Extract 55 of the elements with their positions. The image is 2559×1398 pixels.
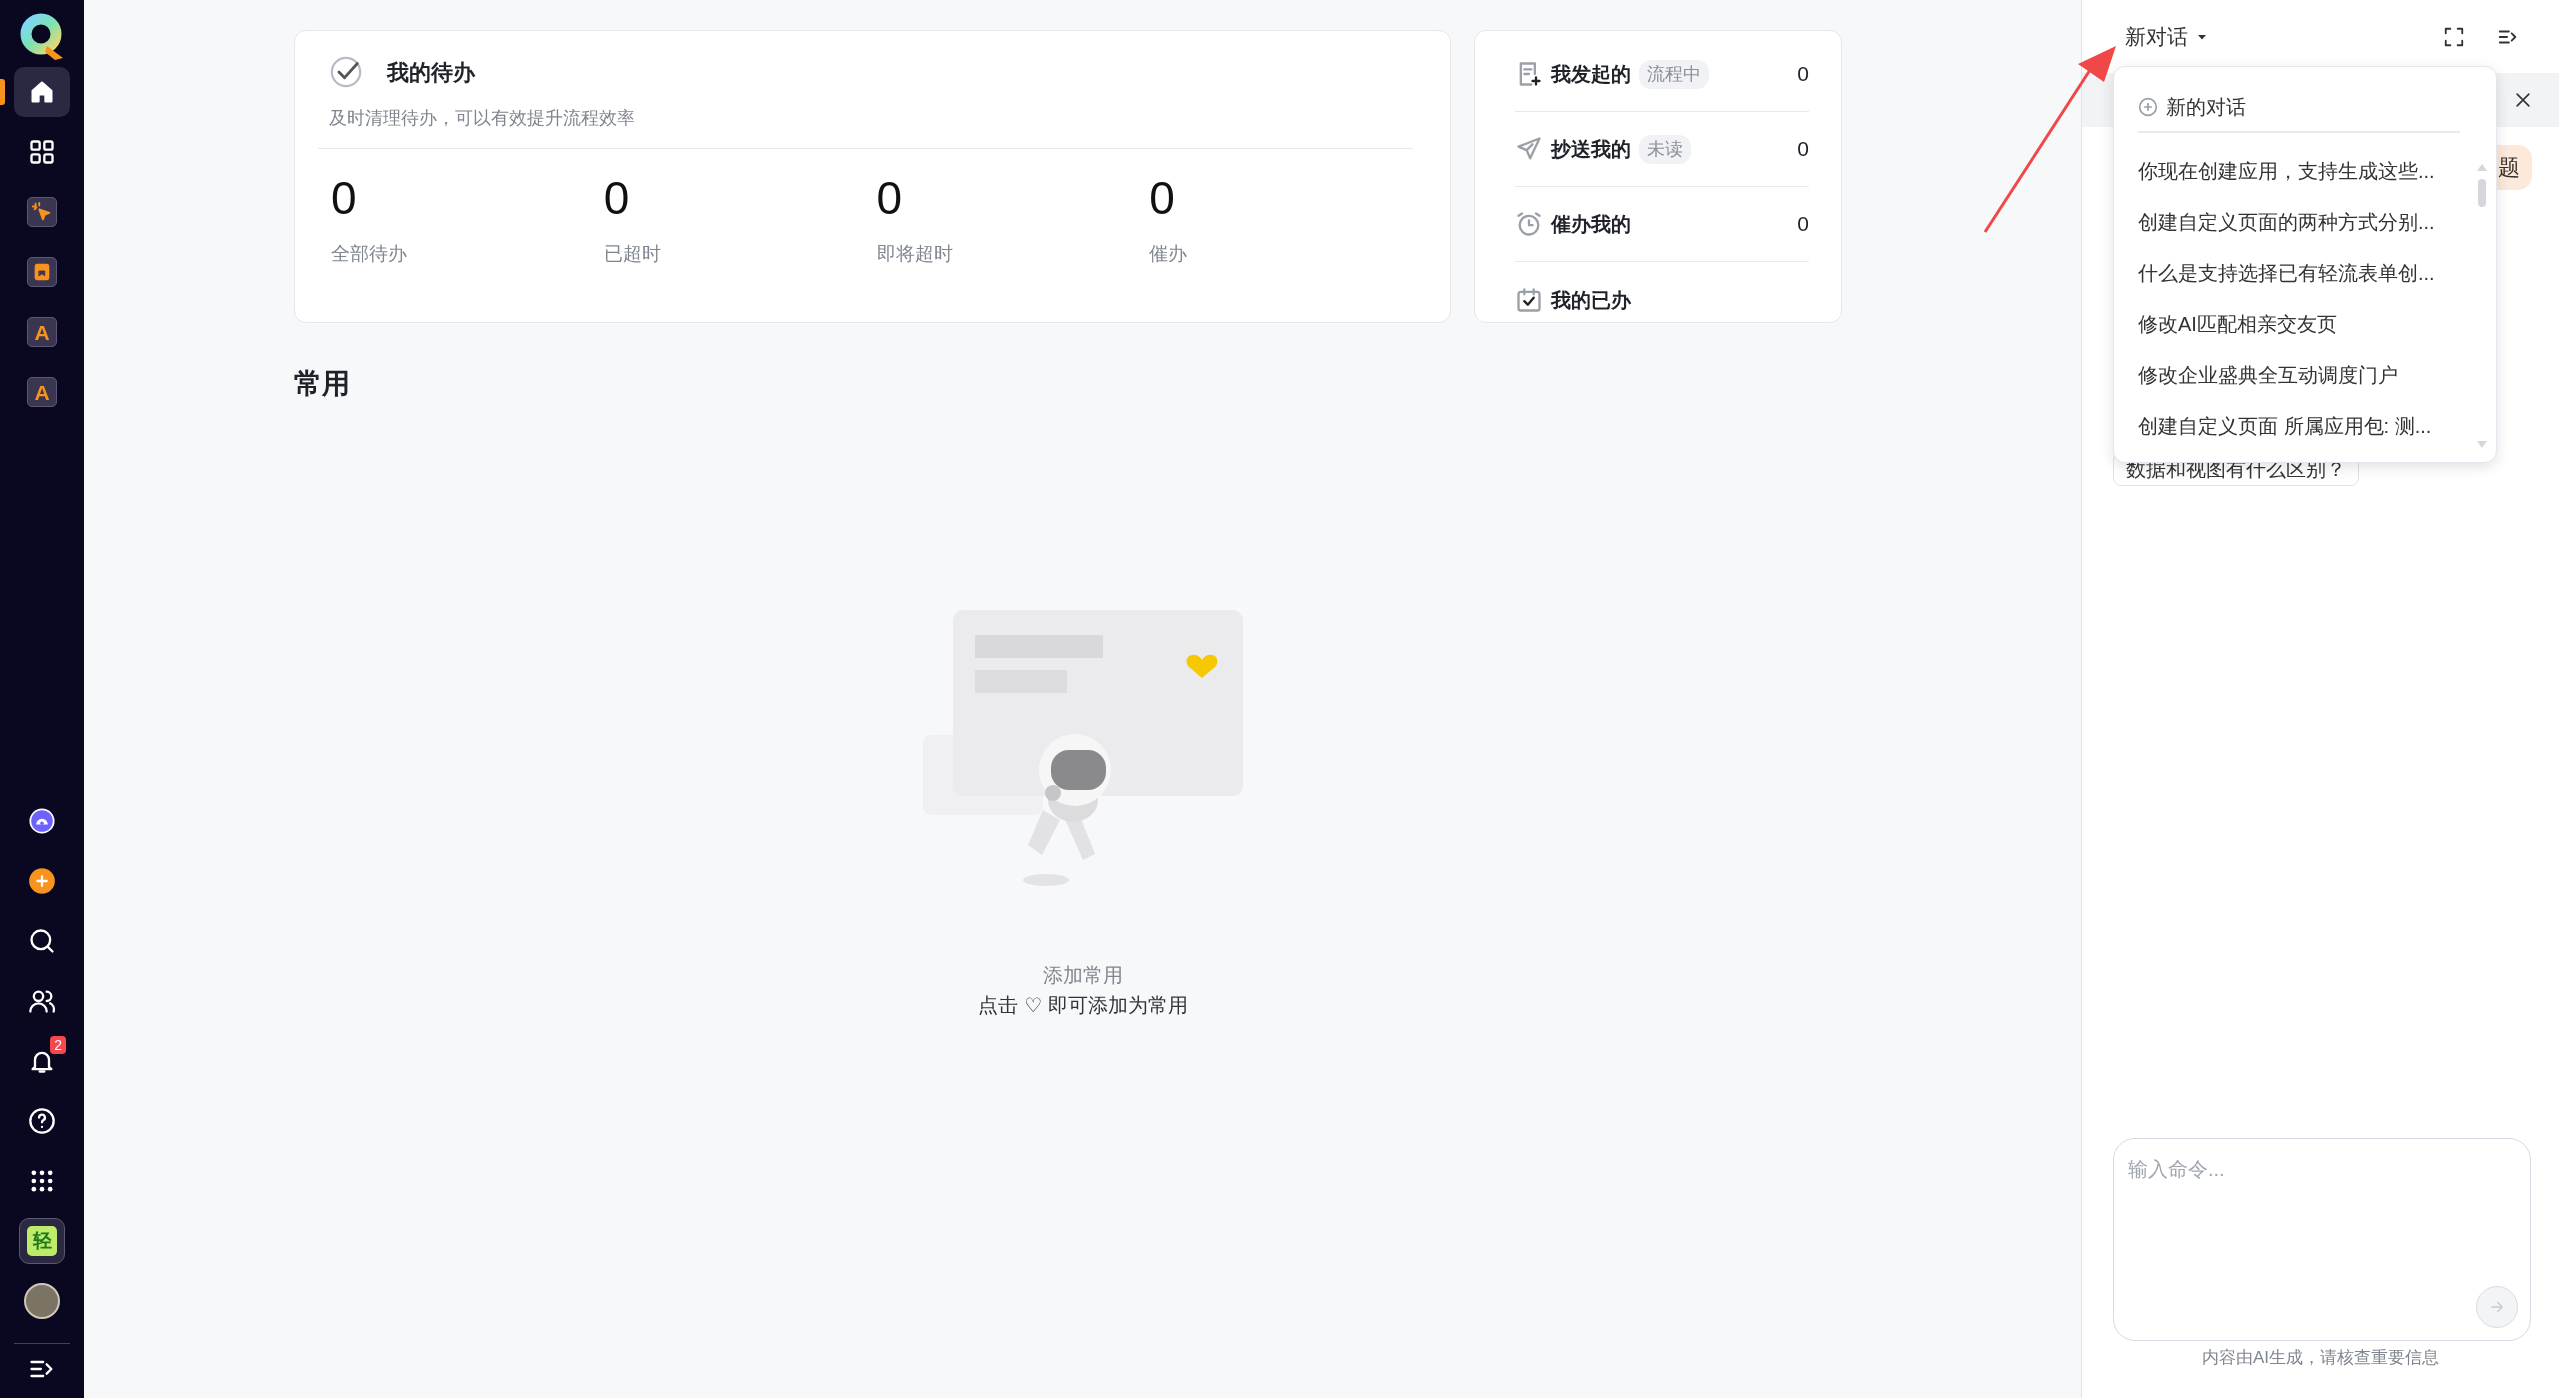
status-tag: 流程中 bbox=[1639, 59, 1709, 89]
sidebar-button[interactable]: 2 bbox=[14, 1036, 70, 1086]
calendar-check-icon bbox=[1515, 285, 1543, 314]
card-title: 我的待办 bbox=[387, 58, 475, 87]
history-item[interactable]: 修改AI匹配相亲交友页 bbox=[2138, 298, 2460, 349]
flow-row[interactable]: 我发起的 流程中 0 bbox=[1515, 37, 1809, 112]
history-item[interactable]: 创建自定义页面 所属应用包: 测... bbox=[2138, 400, 2460, 451]
add-icon bbox=[28, 867, 56, 895]
close-icon[interactable] bbox=[2513, 90, 2533, 110]
stat-label: 催办 bbox=[1149, 241, 1189, 266]
notification-badge: 2 bbox=[50, 1036, 66, 1054]
assistant-icon bbox=[28, 807, 56, 835]
flow-row[interactable]: 抄送我的 未读 0 bbox=[1515, 112, 1809, 187]
new-conversation-item[interactable]: 新的对话 bbox=[2138, 83, 2246, 131]
stat-label: 即将超时 bbox=[876, 241, 954, 266]
section-title: 常用 bbox=[294, 367, 351, 401]
stat-value: 0 bbox=[1149, 173, 1176, 224]
status-tag: 未读 bbox=[1639, 134, 1691, 164]
logo-icon bbox=[19, 12, 65, 62]
flow-label: 我发起的 bbox=[1551, 62, 1631, 87]
history-item[interactable]: 你现在创建应用，支持生成这些... bbox=[2138, 145, 2460, 196]
fullscreen-icon[interactable] bbox=[2443, 25, 2465, 48]
flow-label: 抄送我的 bbox=[1551, 137, 1631, 162]
disclaimer-text: 内容由AI生成，请核查重要信息 bbox=[2200, 1346, 2441, 1369]
card-subtitle: 及时清理待办，可以有效提升流程效率 bbox=[329, 107, 636, 130]
flow-label: 催办我的 bbox=[1551, 212, 1631, 237]
stat-label: 全部待办 bbox=[331, 241, 408, 266]
flow-count: 0 bbox=[1797, 211, 1809, 238]
flow-count: 0 bbox=[1797, 136, 1809, 163]
sidebar-item[interactable]: A bbox=[14, 367, 70, 417]
stat-value: 0 bbox=[331, 173, 358, 224]
check-icon bbox=[329, 55, 363, 89]
command-input[interactable]: 输入命令... bbox=[2126, 1152, 2518, 1185]
empty-title: 添加常用 bbox=[1043, 963, 1123, 988]
flow-label: 我的已办 bbox=[1551, 287, 1631, 313]
avatar[interactable] bbox=[24, 1283, 60, 1319]
conversation-dropdown[interactable]: 新对话 bbox=[2125, 20, 2208, 53]
flow-count: 0 bbox=[1797, 61, 1809, 88]
grid-icon bbox=[28, 138, 56, 166]
stat-label: 已超时 bbox=[603, 241, 662, 266]
sidebar-item[interactable]: A bbox=[14, 307, 70, 357]
app-icon: 轻 bbox=[27, 1226, 57, 1256]
history-item[interactable]: 创建自定义页面的两种方式分别... bbox=[2138, 196, 2460, 247]
history-item[interactable]: 修改企业盛典全互动调度门户 bbox=[2138, 349, 2460, 400]
search-icon bbox=[28, 927, 56, 955]
alarm-icon bbox=[1515, 210, 1543, 238]
history-item[interactable]: 什么是支持选择已有轻流表单创... bbox=[2138, 247, 2460, 298]
stat-value: 0 bbox=[603, 173, 631, 224]
stat-value: 0 bbox=[876, 173, 904, 224]
help-icon bbox=[28, 1107, 56, 1135]
plus-circle-icon bbox=[2138, 97, 2158, 117]
cursor-icon bbox=[31, 201, 53, 223]
flow-row[interactable]: 催办我的 0 bbox=[1515, 187, 1809, 262]
empty-hint: 点击 ♡ 即可添加为常用 bbox=[978, 993, 1188, 1018]
flow-row[interactable]: 我的已办 bbox=[1515, 262, 1809, 337]
